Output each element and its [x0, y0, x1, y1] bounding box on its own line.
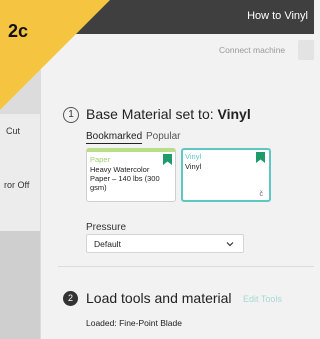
material-card-vinyl[interactable]: Vinyl Vinyl č: [181, 148, 271, 202]
pressure-label: Pressure: [86, 222, 127, 233]
edit-tools-link[interactable]: Edit Tools: [243, 294, 282, 304]
material-name: Vinyl: [185, 162, 202, 171]
sidebar-item-mirror-off[interactable]: ror Off: [4, 180, 29, 190]
step-badge-label: 2c: [8, 21, 29, 41]
sidebar-item-cut[interactable]: Cut: [6, 126, 20, 136]
base-material-value: Vinyl: [217, 106, 251, 122]
bookmark-icon[interactable]: [163, 154, 172, 165]
step-2-number: 2: [63, 291, 78, 306]
loaded-label: Loaded:: [86, 318, 117, 328]
pressure-value: Default: [94, 239, 121, 249]
material-corner-mark: č: [259, 191, 264, 198]
material-name: Heavy Watercolor Paper – 140 lbs (300 gs…: [90, 165, 160, 192]
chevron-down-icon: [226, 242, 234, 247]
connect-machine-link[interactable]: Connect machine: [219, 45, 285, 55]
step-2-title: Load tools and material: [86, 290, 232, 306]
tab-bookmarked[interactable]: Bookmarked: [86, 131, 143, 144]
project-title: How to Vinyl: [247, 10, 308, 22]
section-divider: [58, 266, 314, 267]
pressure-select[interactable]: Default: [86, 234, 244, 253]
sidebar-lower-panel: [0, 231, 40, 339]
connect-machine-button[interactable]: [298, 40, 314, 60]
tab-popular[interactable]: Popular: [146, 131, 180, 142]
material-category: Paper: [90, 155, 111, 164]
step-1-title: Base Material set to: Vinyl: [86, 106, 251, 122]
loaded-value: Fine-Point Blade: [119, 318, 182, 328]
material-category: Vinyl: [185, 152, 202, 161]
material-card-paper[interactable]: Paper Heavy Watercolor Paper – 140 lbs (…: [86, 148, 176, 202]
step-badge-triangle: [0, 0, 110, 110]
app-window: How to Vinyl Connect machine Cut ror Off…: [0, 0, 314, 339]
loaded-tools: Loaded: Fine-Point Blade: [86, 318, 182, 328]
